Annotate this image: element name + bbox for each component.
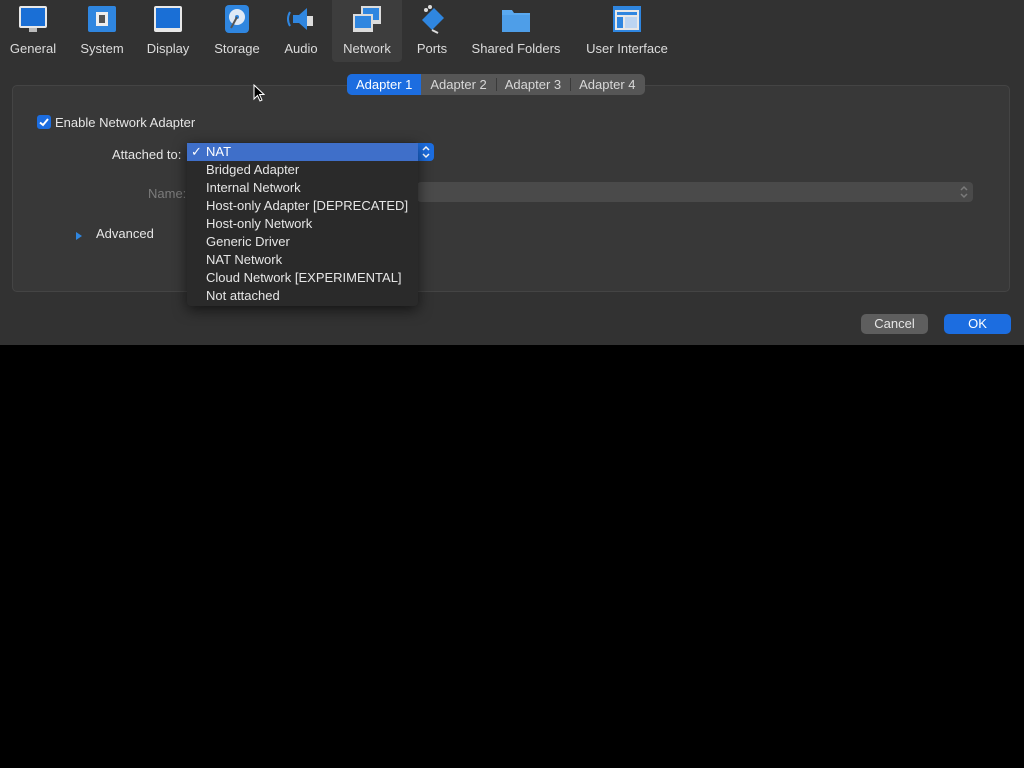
tab-adapter-1[interactable]: Adapter 1 (347, 74, 422, 95)
general-icon (17, 4, 49, 34)
toolbar-label: Ports (416, 41, 448, 56)
attached-to-label: Attached to: (112, 147, 182, 162)
advanced-disclosure-triangle-icon[interactable] (75, 228, 83, 246)
menu-item-host-only-adapter[interactable]: Host-only Adapter [DEPRECATED] (187, 197, 418, 215)
toolbar-item-shared-folders[interactable]: Shared Folders (466, 0, 566, 62)
cancel-button[interactable]: Cancel (861, 314, 928, 334)
system-icon (86, 4, 118, 34)
tab-adapter-3[interactable]: Adapter 3 (495, 74, 570, 95)
name-label: Name: (148, 186, 187, 201)
attached-to-select-button[interactable] (418, 143, 434, 161)
attached-to-dropdown-menu: ✓ NAT Bridged Adapter Internal Network H… (187, 142, 418, 306)
network-icon (351, 4, 383, 34)
toolbar-label: Audio (284, 41, 318, 56)
up-down-arrows-icon (422, 145, 430, 159)
toolbar-label: Display (146, 41, 190, 56)
toolbar-label: System (80, 41, 124, 56)
toolbar-item-ports[interactable]: Ports (410, 0, 454, 62)
settings-toolbar: General System Display Storage Audio Net… (0, 0, 1024, 62)
display-icon (152, 4, 184, 34)
tab-adapter-2[interactable]: Adapter 2 (421, 74, 495, 95)
name-select (417, 182, 973, 202)
enable-adapter-checkbox[interactable] (37, 115, 51, 129)
toolbar-label: Storage (214, 41, 260, 56)
toolbar-item-audio[interactable]: Audio (278, 0, 324, 62)
ports-icon (416, 4, 448, 34)
toolbar-item-user-interface[interactable]: User Interface (578, 0, 676, 62)
folder-icon (500, 4, 532, 34)
toolbar-label: Shared Folders (471, 41, 561, 56)
menu-item-host-only-network[interactable]: Host-only Network (187, 215, 418, 233)
menu-item-nat-network[interactable]: NAT Network (187, 251, 418, 269)
checkmark-icon (39, 118, 49, 127)
checkmark-icon: ✓ (191, 144, 202, 159)
menu-item-internal-network[interactable]: Internal Network (187, 179, 418, 197)
toolbar-item-display[interactable]: Display (142, 0, 194, 62)
toolbar-item-general[interactable]: General (4, 0, 62, 62)
audio-icon (285, 4, 317, 34)
toolbar-label: Network (343, 41, 391, 56)
user-interface-icon (611, 4, 643, 34)
menu-item-generic-driver[interactable]: Generic Driver (187, 233, 418, 251)
toolbar-label: User Interface (586, 41, 668, 56)
storage-icon (221, 4, 253, 34)
toolbar-item-network[interactable]: Network (332, 0, 402, 62)
mouse-pointer-icon (253, 83, 266, 107)
up-down-arrows-icon (960, 185, 968, 199)
toolbar-item-system[interactable]: System (74, 0, 130, 62)
adapter-tabs: Adapter 1 Adapter 2 Adapter 3 Adapter 4 (347, 74, 645, 95)
advanced-label[interactable]: Advanced (96, 226, 154, 241)
toolbar-item-storage[interactable]: Storage (208, 0, 266, 62)
enable-adapter-label: Enable Network Adapter (55, 115, 196, 130)
menu-item-not-attached[interactable]: Not attached (187, 287, 418, 305)
tab-adapter-4[interactable]: Adapter 4 (570, 74, 644, 95)
ok-button[interactable]: OK (944, 314, 1011, 334)
toolbar-label: General (9, 41, 57, 56)
menu-item-cloud-network[interactable]: Cloud Network [EXPERIMENTAL] (187, 269, 418, 287)
menu-item-nat[interactable]: ✓ NAT (187, 143, 418, 161)
settings-window: General System Display Storage Audio Net… (0, 0, 1024, 345)
menu-item-bridged-adapter[interactable]: Bridged Adapter (187, 161, 418, 179)
